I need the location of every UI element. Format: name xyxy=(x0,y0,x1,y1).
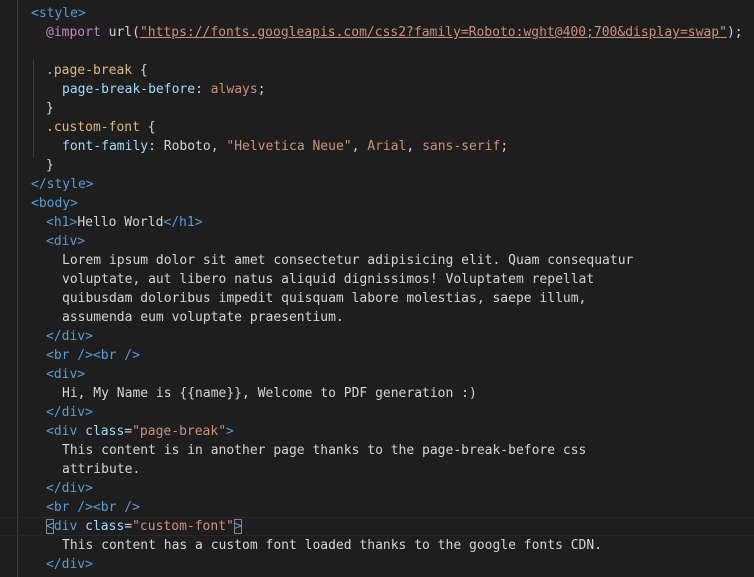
code-line[interactable]: } xyxy=(0,156,754,175)
comma-token: , xyxy=(351,139,368,154)
code-line[interactable]: Lorem ipsum dolor sit amet consectetur a… xyxy=(0,251,754,270)
tag-token: <br /><br /> xyxy=(46,348,140,363)
value-token: Roboto, xyxy=(163,139,227,154)
code-line[interactable]: assumenda eum voluptate praesentium. xyxy=(0,308,754,327)
tag-token: <style> xyxy=(31,6,86,21)
attribute-token: class xyxy=(85,519,125,534)
code-line[interactable] xyxy=(0,42,754,61)
text-token: Hi, My Name is {{name}}, Welcome to PDF … xyxy=(62,386,477,401)
tag-token: <br /><br /> xyxy=(46,500,140,515)
tag-token: <h1> xyxy=(46,215,78,230)
semicolon-token: ; xyxy=(500,139,509,154)
code-line[interactable]: <br /><br /> xyxy=(0,346,754,365)
code-lines: <style> @import url("https://fonts.googl… xyxy=(0,4,754,574)
attribute-token: class xyxy=(85,424,125,439)
tag-token: <body> xyxy=(31,196,78,211)
tag-token: </h1> xyxy=(163,215,203,230)
tag-token: <div> xyxy=(46,367,86,382)
code-line[interactable]: <style> xyxy=(0,4,754,23)
url-link[interactable]: "https://fonts.googleapis.com/css2?famil… xyxy=(140,25,727,40)
equals-token: = xyxy=(124,424,133,439)
code-line[interactable]: voluptate, aut libero natus aliquid dign… xyxy=(0,270,754,289)
property-token: page-break-before xyxy=(62,82,196,97)
function-token: url( xyxy=(108,25,140,40)
code-line[interactable]: font-family: Roboto, "Helvetica Neue", A… xyxy=(0,137,754,156)
selector-token: .custom-font xyxy=(46,120,140,135)
brace-token: { xyxy=(139,63,148,78)
tag-token: <div xyxy=(46,424,86,439)
value-token: always xyxy=(210,82,258,97)
bracket-match: < xyxy=(46,519,54,534)
code-line-current[interactable]: <div class="custom-font"> xyxy=(0,517,754,536)
code-line[interactable]: page-break-before: always; xyxy=(0,80,754,99)
string-token: "custom-font" xyxy=(132,519,234,534)
punctuation-token: ); xyxy=(726,25,743,40)
code-line[interactable]: </div> xyxy=(0,327,754,346)
colon-token: : xyxy=(195,82,211,97)
tag-token: </div> xyxy=(46,329,93,344)
code-line[interactable]: This content has a custom font loaded th… xyxy=(0,536,754,555)
code-line[interactable]: @import url("https://fonts.googleapis.co… xyxy=(0,23,754,42)
tag-token: </div> xyxy=(46,405,93,420)
code-line[interactable]: <body> xyxy=(0,194,754,213)
at-rule-token: @import xyxy=(46,25,101,40)
code-line[interactable]: <div> xyxy=(0,232,754,251)
tag-token: > xyxy=(226,424,234,439)
code-line[interactable]: </style> xyxy=(0,175,754,194)
brace-token: } xyxy=(46,158,54,173)
code-line[interactable]: </div> xyxy=(0,403,754,422)
code-line[interactable]: <div> xyxy=(0,365,754,384)
equals-token: = xyxy=(124,519,133,534)
text-token: This content is in another page thanks t… xyxy=(62,443,587,458)
tag-token: </div> xyxy=(46,481,93,496)
selector-token: .page-break xyxy=(46,63,133,78)
code-line[interactable]: <br /><br /> xyxy=(0,498,754,517)
code-line[interactable]: <div class="page-break"> xyxy=(0,422,754,441)
semicolon-token: ; xyxy=(257,82,266,97)
text-token: This content has a custom font loaded th… xyxy=(62,538,603,553)
tag-token: <div> xyxy=(46,234,86,249)
tag-token: </div> xyxy=(46,557,93,572)
brace-token: } xyxy=(46,101,54,116)
code-line[interactable]: } xyxy=(0,99,754,118)
string-token: "page-break" xyxy=(132,424,227,439)
value-token: sans-serif xyxy=(422,139,501,154)
brace-token: { xyxy=(147,120,156,135)
code-line[interactable]: </div> xyxy=(0,555,754,574)
tag-token: div xyxy=(53,519,86,534)
code-line[interactable]: .page-break { xyxy=(0,61,754,80)
colon-token: : xyxy=(148,139,164,154)
text-token: attribute. xyxy=(62,462,141,477)
code-line[interactable]: quibusdam doloribus impedit quisquam lab… xyxy=(0,289,754,308)
text-token: voluptate, aut libero natus aliquid dign… xyxy=(62,272,595,287)
code-line[interactable]: .custom-font { xyxy=(0,118,754,137)
code-line[interactable]: Hi, My Name is {{name}}, Welcome to PDF … xyxy=(0,384,754,403)
value-token: Arial xyxy=(367,139,407,154)
property-token: font-family xyxy=(62,139,149,154)
text-token: assumenda eum voluptate praesentium. xyxy=(62,310,344,325)
string-token: "Helvetica Neue" xyxy=(226,139,352,154)
text-token: quibusdam doloribus impedit quisquam lab… xyxy=(62,291,587,306)
comma-token: , xyxy=(406,139,423,154)
text-token: Lorem ipsum dolor sit amet consectetur a… xyxy=(62,253,634,268)
code-editor[interactable]: <style> @import url("https://fonts.googl… xyxy=(0,0,754,577)
code-line[interactable]: <h1>Hello World</h1> xyxy=(0,213,754,232)
code-line[interactable]: </div> xyxy=(0,479,754,498)
code-line[interactable]: attribute. xyxy=(0,460,754,479)
tag-token: </style> xyxy=(31,177,94,192)
code-line[interactable]: This content is in another page thanks t… xyxy=(0,441,754,460)
bracket-match: > xyxy=(233,519,242,534)
text-token: Hello World xyxy=(77,215,164,230)
